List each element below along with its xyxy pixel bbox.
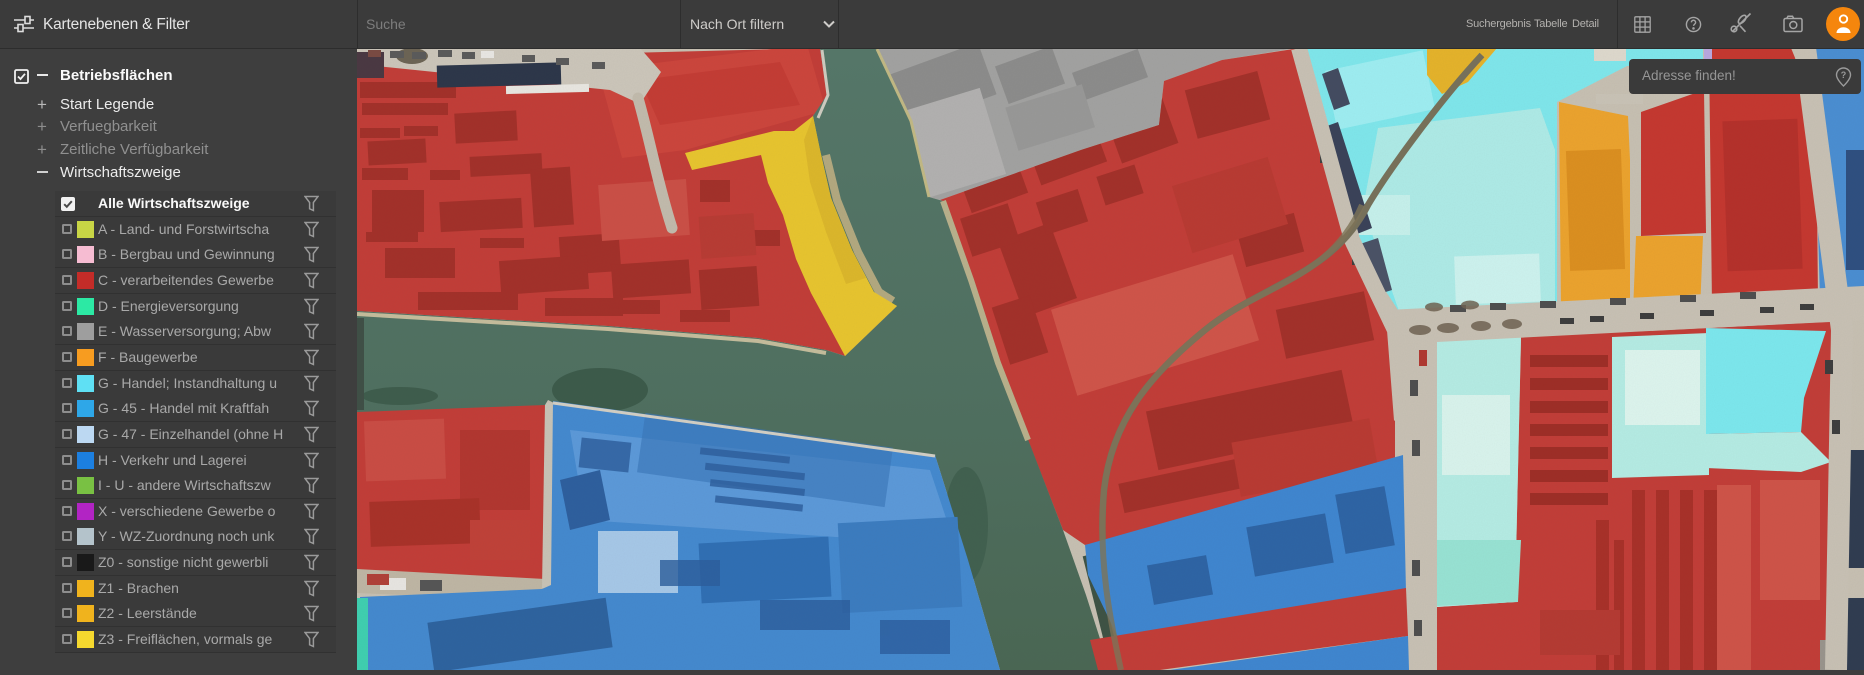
- svg-text:?: ?: [1841, 70, 1847, 80]
